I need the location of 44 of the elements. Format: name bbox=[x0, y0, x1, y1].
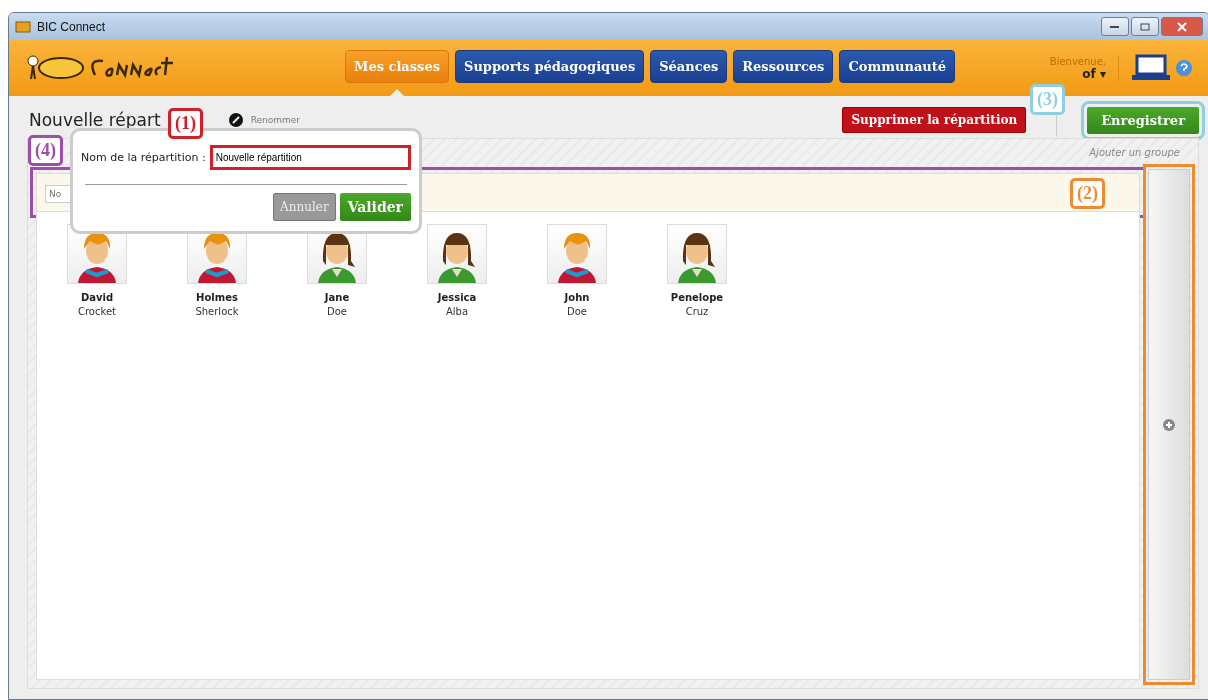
name-input[interactable]: Nouvelle répartition bbox=[209, 145, 411, 170]
confirm-button[interactable]: Valider bbox=[339, 193, 411, 221]
name-label: Nom de la répartition : bbox=[81, 151, 206, 164]
laptop-icon[interactable] bbox=[1131, 54, 1171, 82]
callout-label: (2) bbox=[1070, 178, 1105, 209]
tab-pointer bbox=[390, 89, 404, 96]
student-last-name: Cruz bbox=[685, 306, 709, 317]
pencil-icon[interactable] bbox=[228, 113, 243, 127]
student-first-name: Jessica bbox=[437, 292, 477, 303]
boy-avatar bbox=[547, 224, 607, 284]
nav-tab[interactable]: Supports pédagogiques bbox=[455, 50, 645, 83]
callout-label: (1) bbox=[168, 108, 203, 139]
nav-tab[interactable]: Ressources bbox=[733, 50, 834, 83]
page-title: Nouvelle répart bbox=[29, 110, 161, 130]
student-first-name: Penelope bbox=[670, 292, 724, 303]
student-last-name: Doe bbox=[327, 306, 347, 317]
girl-avatar bbox=[427, 224, 487, 284]
student-last-name: Alba bbox=[445, 306, 469, 317]
student-first-name: John bbox=[564, 292, 590, 303]
student-last-name: Doe bbox=[567, 306, 587, 317]
add-group-label: Ajouter un groupe bbox=[1089, 147, 1180, 160]
student-last-name: Crocket bbox=[78, 306, 116, 317]
greeting-text: Bienvenue, bbox=[1049, 55, 1106, 67]
student-last-name: Sherlock bbox=[195, 306, 239, 317]
window-title: BIC Connect bbox=[37, 19, 106, 34]
callout-label: (4) bbox=[28, 135, 63, 166]
student-first-name: Jane bbox=[324, 292, 350, 303]
app-icon bbox=[15, 19, 31, 34]
nav-tab[interactable]: Séances bbox=[650, 50, 728, 83]
callout-label: (3) bbox=[1030, 84, 1065, 115]
user-menu[interactable]: of ▾ bbox=[1082, 66, 1106, 81]
student-first-name: Holmes bbox=[196, 292, 238, 303]
rename-link[interactable]: Renommer bbox=[250, 115, 301, 125]
nav-tab[interactable]: Communauté bbox=[839, 50, 956, 83]
close-icon bbox=[1177, 21, 1187, 32]
maximize-button[interactable] bbox=[1131, 17, 1159, 36]
close-button[interactable] bbox=[1161, 17, 1203, 36]
delete-button[interactable]: Supprimer la répartition bbox=[842, 107, 1027, 133]
plus-icon[interactable] bbox=[1163, 418, 1175, 431]
girl-avatar bbox=[667, 224, 727, 284]
minimize-button[interactable] bbox=[1101, 17, 1129, 36]
student-first-name: David bbox=[80, 292, 114, 303]
maximize-icon bbox=[1140, 22, 1150, 31]
help-icon[interactable] bbox=[1175, 59, 1193, 77]
